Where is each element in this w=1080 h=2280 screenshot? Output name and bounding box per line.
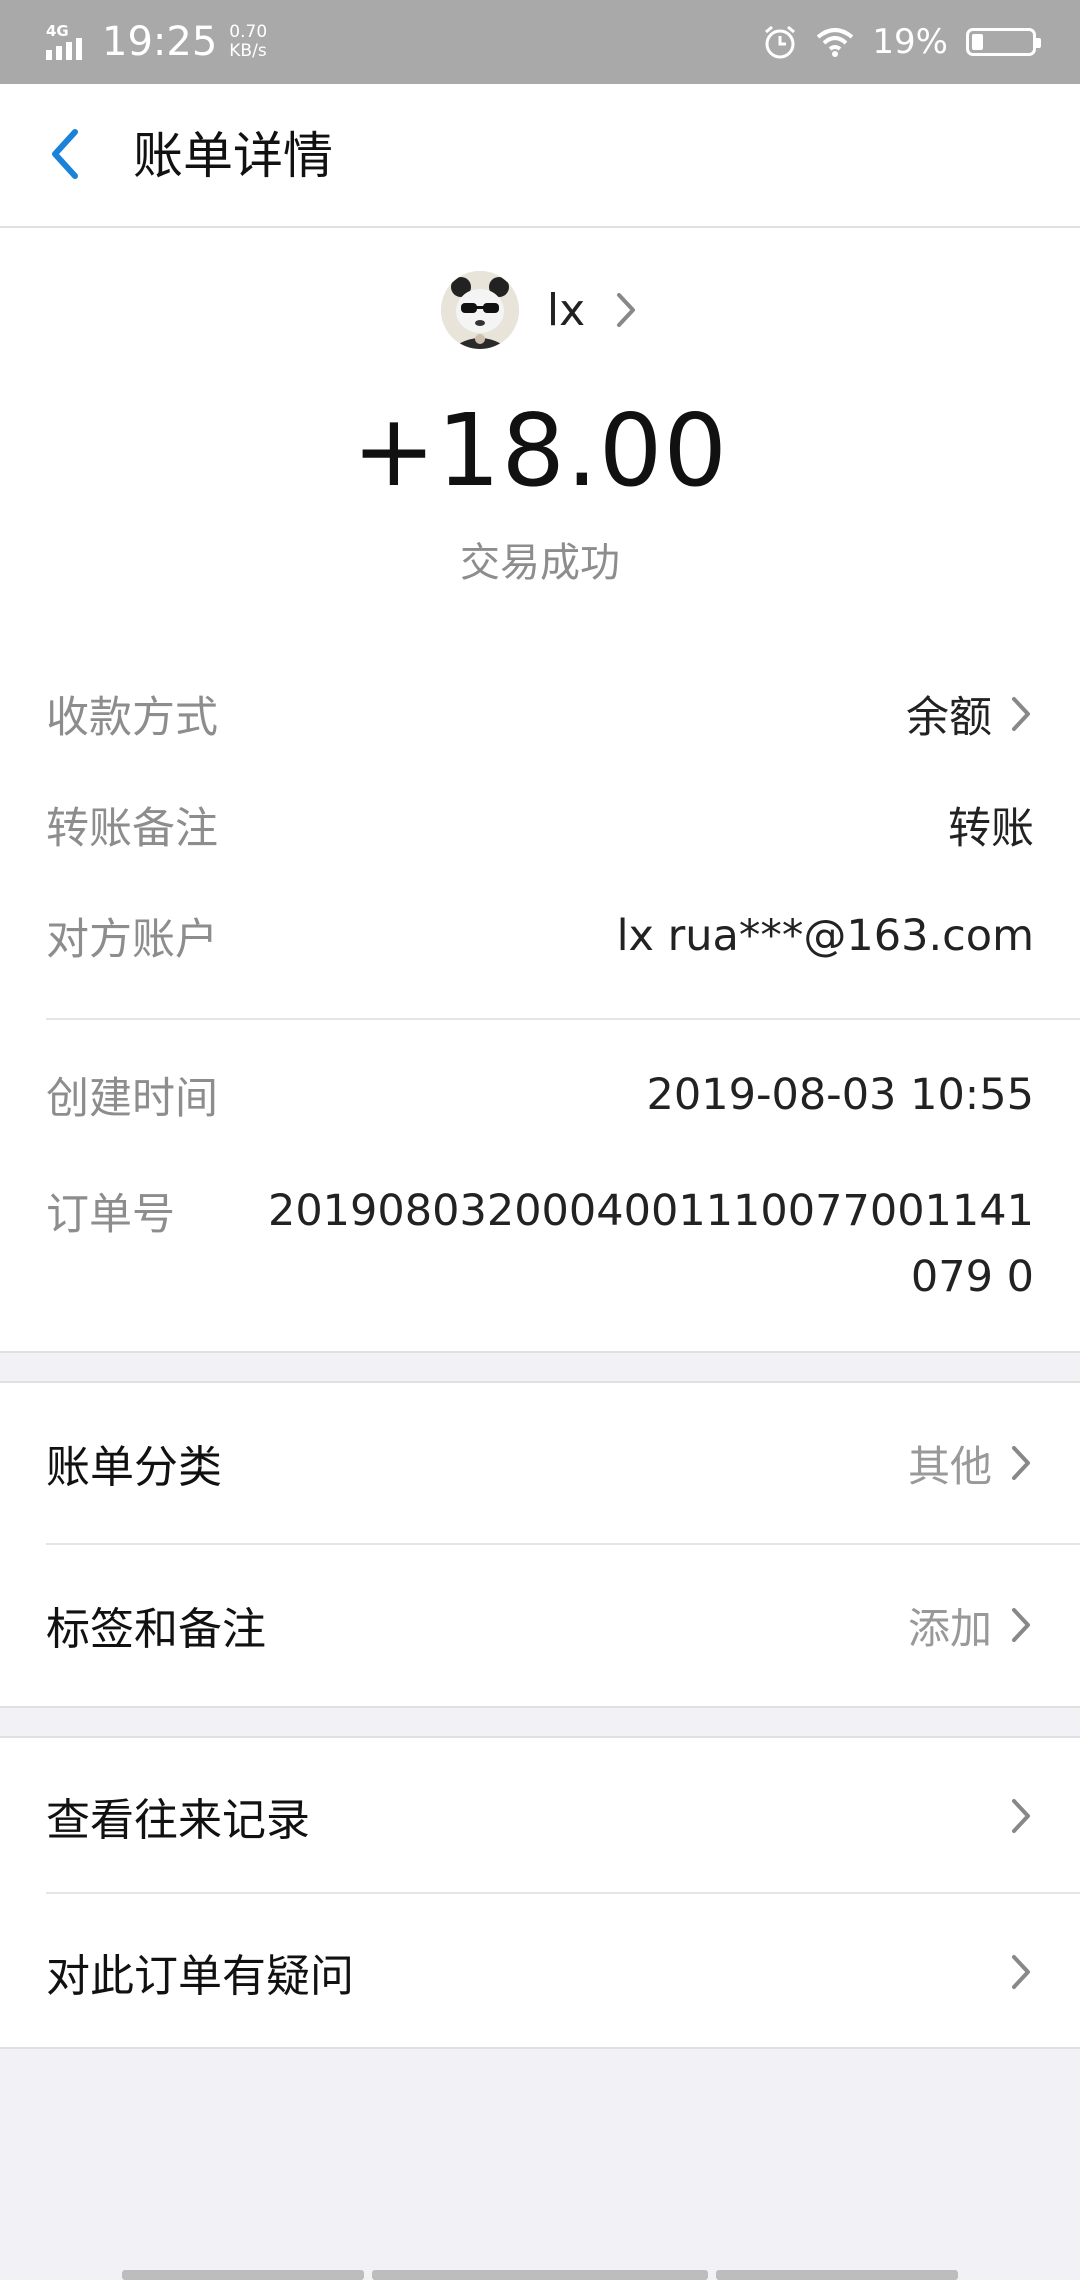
payment-method-value: 余额 (906, 693, 992, 743)
cellular-signal-icon: 4G (46, 22, 82, 60)
transfer-note-value: 转账 (948, 804, 1034, 854)
svg-text:4G: 4G (46, 22, 69, 40)
network-speed-value: 0.70 (229, 22, 268, 42)
view-history-row[interactable]: 查看往来记录 (46, 1784, 1034, 1848)
status-time: 19:25 (102, 19, 218, 65)
gesture-bar-left[interactable] (122, 2270, 364, 2280)
gesture-bar-right[interactable] (716, 2270, 958, 2280)
bill-category-label: 账单分类 (46, 1442, 222, 1493)
tags-notes-row[interactable]: 标签和备注 添加 (46, 1593, 1034, 1657)
tags-notes-value-group: 添加 (908, 1595, 1034, 1656)
payer-profile-link[interactable]: lx (0, 270, 1080, 350)
order-number-value: 2019080320004001110077001141079 0 (267, 1186, 1034, 1302)
bill-category-row[interactable]: 账单分类 其他 (46, 1431, 1034, 1495)
transaction-amount: +18.00 (351, 392, 729, 509)
actions-card: 查看往来记录 对此订单有疑问 (0, 1736, 1080, 2049)
network-speed-unit: KB/s (229, 41, 267, 61)
section-divider (46, 1018, 1080, 1020)
counterparty-value: lx rua***@163.com (616, 911, 1034, 961)
payment-method-value-group: 余额 (906, 683, 1034, 745)
chevron-right-icon (1008, 1602, 1034, 1648)
tags-notes-value: 添加 (907, 1603, 992, 1653)
network-speed: 0.70 KB/s (229, 23, 267, 61)
order-question-row[interactable]: 对此订单有疑问 (46, 1940, 1034, 2004)
nav-bar: 账单详情 (0, 84, 1080, 228)
page-title: 账单详情 (133, 127, 333, 185)
payer-name: lx (546, 284, 586, 336)
alarm-icon (765, 25, 796, 59)
row-divider (46, 1543, 1080, 1545)
chevron-right-icon (1008, 691, 1034, 737)
status-bar-right: 19% (762, 14, 1041, 70)
chevron-right-icon (1008, 1793, 1034, 1839)
back-arrow-icon (52, 129, 78, 179)
chevron-right-icon (1008, 1440, 1034, 1486)
order-question-label: 对此订单有疑问 (46, 1951, 354, 2002)
transfer-note-row: 转账备注 转账 (46, 794, 1034, 856)
payment-method-row[interactable]: 收款方式 余额 (46, 683, 1034, 745)
bill-category-value: 其他 (907, 1441, 992, 1491)
avatar (440, 271, 519, 349)
status-bar-left: 4G 19:25 0.70 KB/s (46, 14, 267, 70)
panda-avatar-icon (440, 271, 519, 349)
created-time-label: 创建时间 (46, 1074, 218, 1124)
order-number-label: 订单号 (46, 1190, 175, 1240)
created-time-value: 2019-08-03 10:55 (646, 1070, 1034, 1120)
wifi-icon (817, 28, 854, 57)
row-divider (46, 1892, 1080, 1894)
battery-icon (966, 28, 1041, 56)
status-bar: 4G 19:25 0.70 KB/s 19% (0, 0, 1080, 84)
tags-notes-label: 标签和备注 (46, 1604, 266, 1655)
battery-level (972, 34, 983, 50)
created-time-row: 创建时间 2019-08-03 10:55 (46, 1064, 1034, 1126)
chevron-right-icon (1008, 1949, 1034, 1995)
chevron-right-icon (613, 287, 639, 333)
transaction-card: lx +18.00 交易成功 收款方式 余额 转账备注 转账 对方账户 lx r… (0, 228, 1080, 1353)
counterparty-row: 对方账户 lx rua***@163.com (46, 905, 1034, 967)
bill-category-value-group: 其他 (908, 1433, 1034, 1494)
category-card: 账单分类 其他 标签和备注 添加 (0, 1381, 1080, 1708)
view-history-label: 查看往来记录 (46, 1795, 310, 1846)
transaction-status: 交易成功 (460, 540, 620, 586)
battery-percent: 19% (872, 22, 948, 62)
gesture-bar-center[interactable] (372, 2270, 708, 2280)
payment-method-label: 收款方式 (46, 693, 218, 743)
counterparty-label: 对方账户 (46, 915, 218, 965)
back-button[interactable] (40, 118, 90, 190)
transfer-note-label: 转账备注 (46, 804, 218, 854)
